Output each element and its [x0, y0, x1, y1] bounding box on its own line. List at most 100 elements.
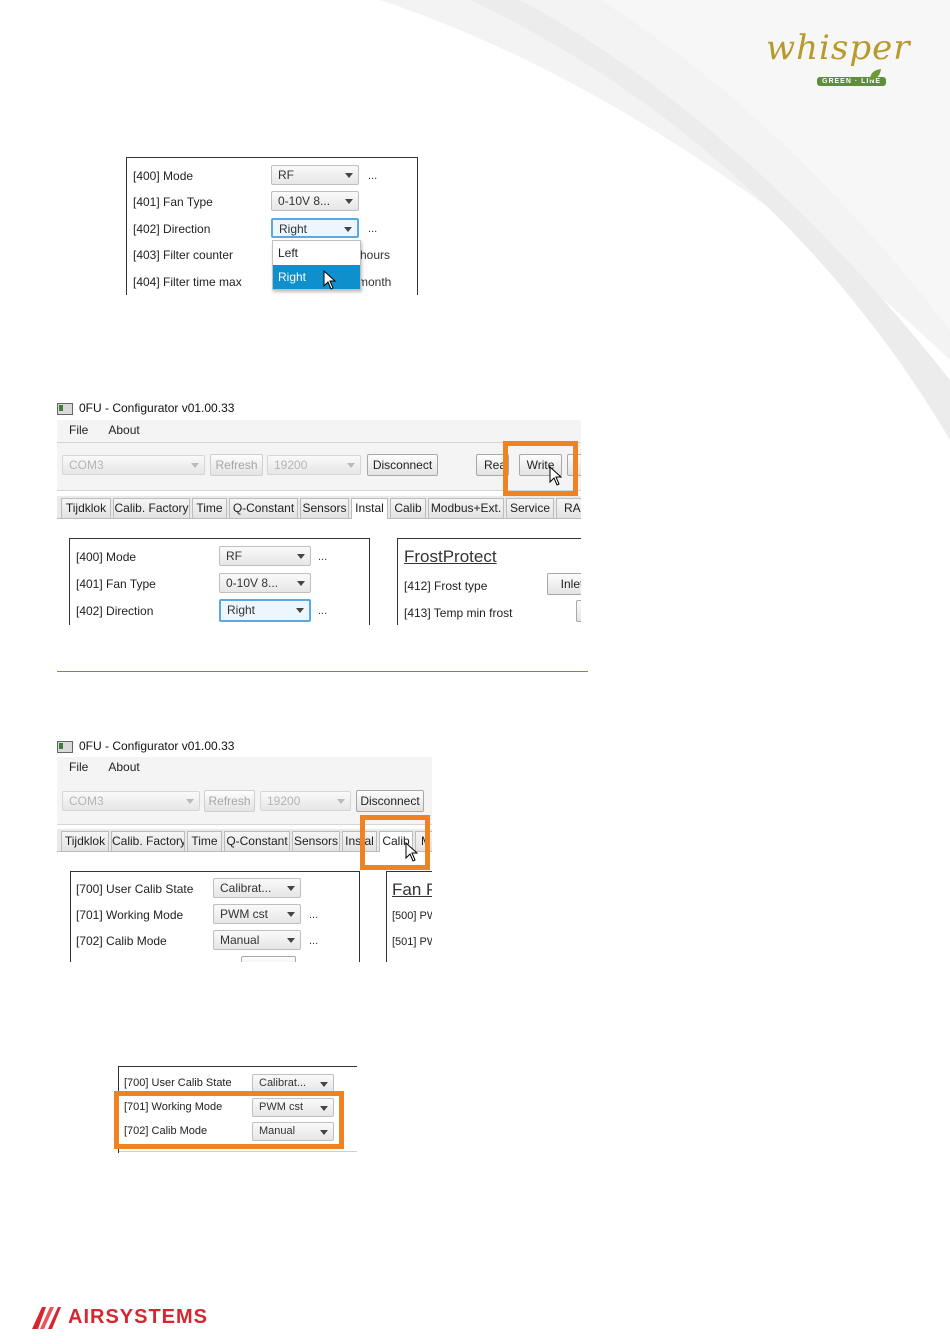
tab-time[interactable]: Time [187, 831, 222, 851]
temp-min-frost-field[interactable] [576, 600, 581, 622]
chevron-down-icon [191, 463, 199, 468]
fan-type-select[interactable]: 0-10V 8... [271, 191, 359, 211]
mouse-cursor-icon [323, 270, 337, 290]
direction-more-button[interactable]: ... [368, 223, 377, 235]
user-calib-state-value: Calibrat... [220, 881, 272, 895]
working-mode-more-button[interactable]: ... [309, 909, 318, 921]
chevron-down-icon [287, 912, 295, 917]
tab-calib-factory[interactable]: Calib. Factory [113, 498, 190, 518]
mode-select-value: RF [278, 168, 294, 182]
user-calib-state-select[interactable]: Calibrat... [213, 878, 301, 898]
tab-tijdklok[interactable]: Tijdklok [61, 831, 109, 851]
tab-sensors[interactable]: Sensors [292, 831, 340, 851]
leaf-icon [870, 69, 881, 80]
chevron-down-icon [345, 173, 353, 178]
row-label-temp-min-frost: [413] Temp min frost [404, 606, 513, 620]
fan-type-select[interactable]: 0-10V 8... [219, 573, 311, 593]
highlight-calib-tab [360, 815, 430, 870]
next-field[interactable] [241, 956, 296, 962]
menu-about[interactable]: About [96, 420, 147, 437]
whisper-logo: whisper GREEN · LINE [760, 20, 909, 100]
filter-counter-unit: hours [360, 248, 391, 262]
instal-settings-panel: [400] Mode RF ... [401] Fan Type 0-10V 8… [69, 538, 370, 625]
airsystems-wordmark: AIRSYSTEMS [68, 1306, 209, 1328]
baud-select[interactable]: 19200 [267, 455, 361, 475]
chevron-down-icon [345, 199, 353, 204]
calib-settings-panel: [700] User Calib State Calibrat... [701]… [70, 871, 360, 962]
direction-settings-panel: [400] Mode RF ... [401] Fan Type 0-10V 8… [126, 157, 418, 295]
working-mode-select[interactable]: PWM cst [213, 904, 301, 924]
baud-select-value: 19200 [267, 794, 301, 808]
refresh-button[interactable]: Refresh [204, 790, 255, 812]
port-select[interactable]: COM3 [62, 791, 200, 811]
chevron-down-icon [186, 799, 194, 804]
mouse-cursor-icon [549, 466, 563, 486]
tab-sensors[interactable]: Sensors [300, 498, 349, 518]
tab-q-constant[interactable]: Q-Constant [224, 831, 290, 851]
direction-select[interactable]: Right [271, 218, 359, 238]
row-label-calib-mode: [702] Calib Mode [76, 934, 167, 948]
fan-panel-title: Fan P [392, 880, 432, 899]
dropdown-option-right[interactable]: Right [273, 265, 360, 289]
disconnect-button[interactable]: Disconnect [367, 454, 438, 476]
direction-select-value: Right [227, 603, 256, 617]
row-label-direction: [402] Direction [133, 222, 211, 236]
row-label-working-mode: [701] Working Mode [76, 908, 184, 922]
menu-about[interactable]: About [96, 757, 147, 774]
mode-select[interactable]: RF [271, 165, 359, 185]
frost-type-select[interactable]: Inlet [547, 573, 581, 595]
tab-instal[interactable]: Instal [351, 498, 388, 519]
fan-panel: Fan P [500] PW [501] PW [386, 871, 432, 962]
port-select[interactable]: COM3 [62, 455, 205, 475]
row-label-user-calib-state: [700] User Calib State [76, 882, 194, 896]
row-label-filter-counter: [403] Filter counter [133, 248, 234, 262]
chevron-down-icon [296, 608, 304, 613]
row-label-user-calib-state: [700] User Calib State [124, 1077, 232, 1089]
chevron-down-icon [287, 938, 295, 943]
baud-select[interactable]: 19200 [260, 791, 351, 811]
row-divider [119, 1151, 357, 1152]
frost-protect-panel: FrostProtect [412] Frost type Inlet [413… [397, 538, 581, 625]
port-select-value: COM3 [69, 794, 104, 808]
mode-select[interactable]: RF [219, 546, 311, 566]
tab-service[interactable]: Service [506, 498, 554, 518]
highlight-mode-rows [114, 1091, 344, 1149]
mode-more-button[interactable]: ... [368, 170, 377, 182]
tab-modbus-ext[interactable]: Modbus+Ext. [428, 498, 504, 518]
refresh-button[interactable]: Refresh [210, 454, 263, 476]
calib-mode-more-button[interactable]: ... [309, 935, 318, 947]
chevron-down-icon [287, 886, 295, 891]
user-calib-state-value: Calibrat... [259, 1077, 307, 1089]
tab-time[interactable]: Time [192, 498, 227, 518]
chevron-down-icon [344, 227, 352, 232]
menu-file[interactable]: File [57, 420, 96, 437]
menu-file[interactable]: File [57, 757, 96, 774]
tab-ram[interactable]: RAM [556, 498, 581, 518]
whisper-wordmark: whisper [766, 28, 911, 68]
direction-dropdown-list: Left Right [272, 240, 361, 290]
mode-more-button[interactable]: ... [318, 551, 327, 563]
fan-type-select-value: 0-10V 8... [226, 576, 279, 590]
tab-calib[interactable]: Calib [390, 498, 426, 518]
chevron-down-icon [337, 799, 345, 804]
calib-mode-select[interactable]: Manual [213, 930, 301, 950]
row-label-500: [500] PW [392, 910, 432, 922]
chevron-down-icon [347, 463, 355, 468]
window-title: 0FU - Configurator v01.00.33 [79, 739, 235, 753]
tab-q-constant[interactable]: Q-Constant [229, 498, 298, 518]
chevron-down-icon [297, 554, 305, 559]
tab-tijdklok[interactable]: Tijdklok [61, 498, 111, 518]
direction-more-button[interactable]: ... [318, 605, 327, 617]
disconnect-button[interactable]: Disconnect [356, 790, 424, 812]
chevron-down-icon [320, 1082, 328, 1087]
row-label-frost-type: [412] Frost type [404, 579, 488, 593]
menu-bar: File About [57, 420, 581, 443]
dropdown-option-left[interactable]: Left [273, 241, 360, 265]
menu-bar: File About [57, 757, 432, 780]
section-divider [57, 671, 588, 672]
port-select-value: COM3 [69, 458, 104, 472]
tab-calib-factory[interactable]: Calib. Factory [111, 831, 185, 851]
highlight-write-button [503, 441, 578, 496]
direction-select[interactable]: Right [219, 599, 311, 622]
app-icon [57, 402, 73, 415]
